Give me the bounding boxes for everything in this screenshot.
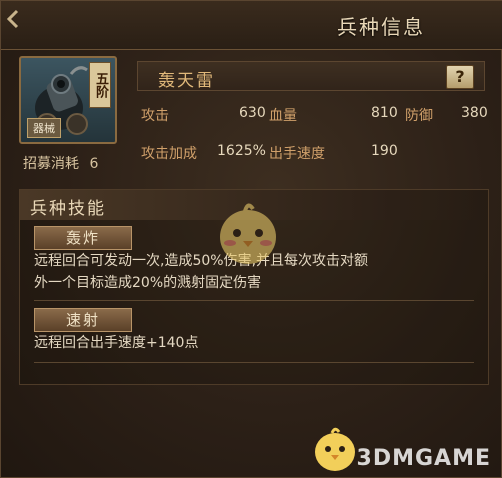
page-title: 兵种信息 — [337, 15, 425, 39]
stat-attack-label: 攻击 — [141, 108, 169, 124]
skill-divider — [34, 300, 474, 301]
stat-defense-value: 380 — [461, 105, 488, 121]
header-bar: 兵种信息 — [1, 1, 502, 50]
unit-portrait: 五阶 器械 — [19, 56, 117, 144]
skill-divider-bottom — [34, 362, 474, 363]
stat-speed-value: 190 — [371, 143, 398, 159]
recruit-cost-label: 招募消耗 — [23, 156, 79, 172]
skill-desc-rapid-fire: 远程回合出手速度+140点 — [34, 335, 199, 351]
skills-title: 兵种技能 — [30, 199, 106, 219]
back-arrow-icon[interactable] — [3, 7, 23, 31]
skill-tag-rapid-fire[interactable]: 速射 — [34, 308, 132, 332]
recruit-cost-value: 6 — [89, 156, 99, 172]
rank-badge: 五阶 — [89, 62, 111, 108]
unit-info-panel: 兵种信息 五阶 器械 招募消耗 6 轰天雷 ? 攻击 630 血量 810 防御… — [0, 0, 502, 478]
stat-attack-bonus-label: 攻击加成 — [141, 146, 197, 162]
skill-tag-bombard[interactable]: 轰炸 — [34, 226, 132, 250]
stat-attack-bonus-value: 1625% — [217, 143, 266, 159]
help-button[interactable]: ? — [446, 65, 474, 89]
unit-type-badge: 器械 — [27, 118, 61, 138]
mascot-logo-icon — [315, 427, 355, 471]
stat-attack-value: 630 — [239, 105, 266, 121]
watermark-text: 3DMGAME — [356, 446, 491, 471]
stat-hp-label: 血量 — [269, 108, 297, 124]
skill-desc-bombard-line2: 外一个目标造成20%的溅射固定伤害 — [34, 275, 262, 291]
stat-hp-value: 810 — [371, 105, 398, 121]
unit-name: 轰天雷 — [158, 71, 215, 91]
mascot-watermark-icon — [220, 203, 276, 264]
stat-defense-label: 防御 — [405, 108, 433, 124]
stat-speed-label: 出手速度 — [269, 146, 325, 162]
recruit-cost: 招募消耗 6 — [23, 153, 98, 173]
unit-name-bar: 轰天雷 ? — [137, 61, 485, 91]
